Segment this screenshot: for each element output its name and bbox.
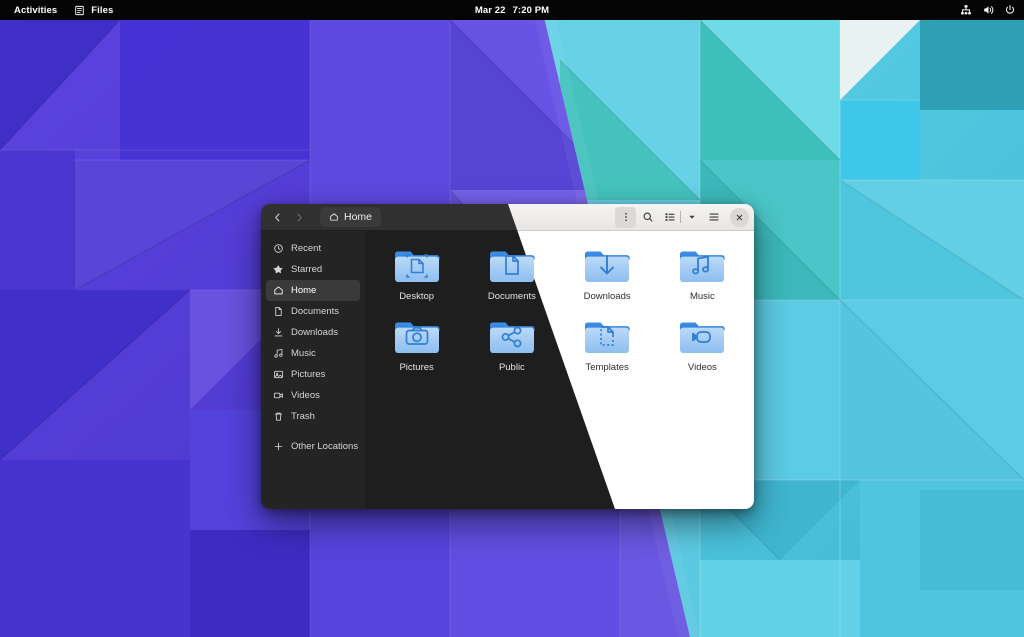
folder-icon-public xyxy=(488,317,536,357)
folder-icon-desktop xyxy=(393,246,441,286)
file-item-music[interactable]: Music xyxy=(655,241,750,308)
sidebar-dark: Recent Starred Home Documents Downloads Music… xyxy=(261,231,365,509)
files-window[interactable]: Home Recent Starred Home Documents Downl… xyxy=(261,204,754,509)
back-button[interactable] xyxy=(266,207,288,228)
video-icon xyxy=(273,390,284,401)
chevron-down-icon[interactable] xyxy=(681,207,702,228)
file-item-label: Documents xyxy=(487,291,536,302)
folder-icon-music xyxy=(678,246,726,286)
close-button[interactable] xyxy=(730,207,749,227)
power-icon[interactable] xyxy=(1003,4,1016,17)
document-icon xyxy=(273,306,284,317)
sidebar-item-downloads[interactable]: Downloads xyxy=(266,322,360,343)
header-actions-light xyxy=(615,206,749,228)
plus-icon xyxy=(273,441,284,452)
clock-icon xyxy=(273,243,284,254)
folder-icon-templates xyxy=(583,317,631,357)
network-icon[interactable] xyxy=(959,4,972,17)
sidebar-item-other-locations[interactable]: Other Locations xyxy=(266,436,360,457)
trash-icon xyxy=(273,411,284,422)
view-toggle-group-light xyxy=(659,207,702,228)
app-menu-files[interactable]: Files xyxy=(65,2,121,18)
top-bar: Activities Files Mar 22 7:20 PM xyxy=(0,0,1024,20)
sidebar-item-label: Other Locations xyxy=(291,441,359,452)
files-icon xyxy=(73,4,86,17)
sidebar-item-label: Music xyxy=(291,348,316,359)
sidebar-item-videos[interactable]: Videos xyxy=(266,385,360,406)
file-item-templates[interactable]: Templates xyxy=(560,312,655,379)
sidebar-item-label: Documents xyxy=(291,306,340,317)
clock-time: 7:20 PM xyxy=(512,4,550,16)
sidebar-item-label: Pictures xyxy=(291,369,326,380)
forward-button[interactable] xyxy=(288,207,310,228)
folder-icon-videos xyxy=(678,317,726,357)
file-item-label: Desktop xyxy=(399,291,435,302)
clock-date: Mar 22 xyxy=(474,4,506,16)
sidebar-item-label: Home xyxy=(291,285,317,296)
file-item-downloads[interactable]: Downloads xyxy=(560,241,655,308)
sidebar-item-trash[interactable]: Trash xyxy=(266,406,360,427)
music-icon xyxy=(273,348,284,359)
clock-button[interactable]: Mar 22 7:20 PM xyxy=(475,5,549,16)
sidebar-item-label: Videos xyxy=(291,390,320,401)
view-list-icon[interactable] xyxy=(659,207,680,228)
home-icon xyxy=(273,285,284,296)
image-icon xyxy=(273,369,284,380)
sidebar-item-home[interactable]: Home xyxy=(266,280,360,301)
sidebar-item-recent[interactable]: Recent xyxy=(266,238,360,259)
sidebar-item-documents[interactable]: Documents xyxy=(266,301,360,322)
nav-group-dark xyxy=(266,207,310,228)
file-item-public[interactable]: Public xyxy=(464,312,559,379)
hamburger-menu-icon[interactable] xyxy=(703,207,724,228)
file-item-videos[interactable]: Videos xyxy=(655,312,750,379)
activities-label: Activities xyxy=(14,4,58,16)
file-item-label: Downloads xyxy=(583,291,631,302)
sidebar-item-label: Starred xyxy=(291,264,323,275)
sidebar-item-starred[interactable]: Starred xyxy=(266,259,360,280)
overflow-menu-button[interactable] xyxy=(615,206,636,228)
app-menu-label: Files xyxy=(91,4,114,16)
sidebar-item-label: Downloads xyxy=(291,327,338,338)
volume-icon[interactable] xyxy=(981,4,994,17)
search-icon[interactable] xyxy=(637,207,658,228)
activities-button[interactable]: Activities xyxy=(6,2,65,18)
file-item-label: Templates xyxy=(585,362,629,373)
folder-icon-downloads xyxy=(583,246,631,286)
sidebar-item-pictures[interactable]: Pictures xyxy=(266,364,360,385)
file-item-label: Videos xyxy=(687,362,717,373)
file-item-label: Public xyxy=(498,362,525,373)
clock-area: Mar 22 7:20 PM xyxy=(0,0,1024,20)
status-area[interactable] xyxy=(959,0,1016,20)
sidebar-item-music[interactable]: Music xyxy=(266,343,360,364)
file-item-label: Music xyxy=(689,291,715,302)
file-item-pictures[interactable]: Pictures xyxy=(369,312,464,379)
file-item-label: Pictures xyxy=(399,362,434,373)
sidebar-item-label: Recent xyxy=(291,243,322,254)
sidebar-item-label: Trash xyxy=(291,411,315,422)
home-icon xyxy=(329,212,339,222)
star-icon xyxy=(273,264,284,275)
download-icon xyxy=(273,327,284,338)
file-item-desktop[interactable]: Desktop xyxy=(369,241,464,308)
pathbar-label: Home xyxy=(344,211,373,223)
folder-icon-pictures xyxy=(393,317,441,357)
pathbar-home-button[interactable]: Home xyxy=(320,207,382,227)
